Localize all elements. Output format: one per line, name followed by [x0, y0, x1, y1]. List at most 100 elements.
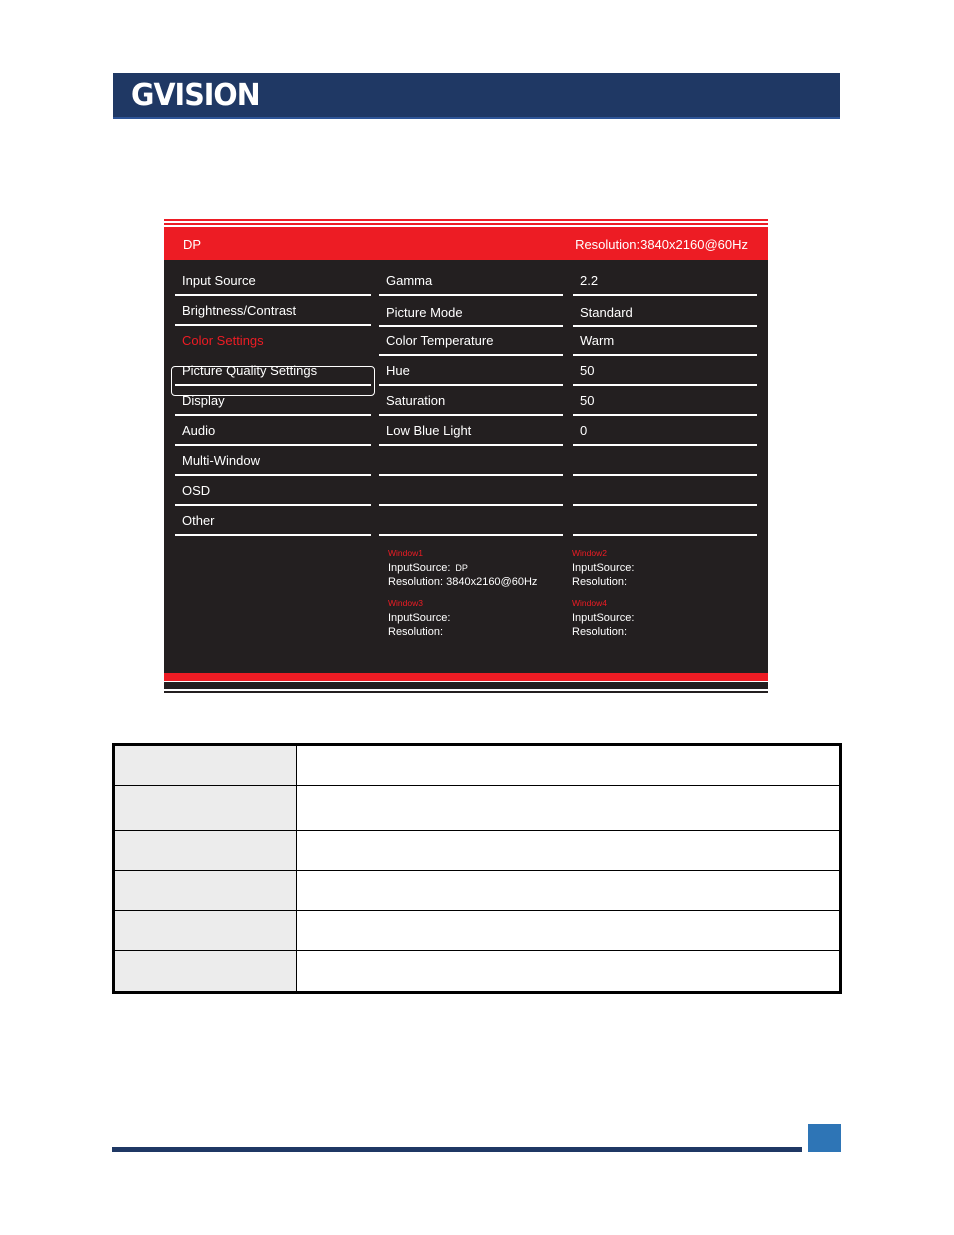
input-source-label: InputSource: [572, 612, 635, 624]
header-banner: GVISION [113, 73, 840, 119]
window-title: Window2 [572, 548, 607, 558]
setting-value[interactable] [573, 506, 757, 536]
table-row [115, 831, 839, 871]
footer-rule [112, 1147, 802, 1152]
menu-item-label: Multi-Window [182, 453, 261, 468]
menu-item[interactable]: Brightness/Contrast [175, 296, 371, 326]
menu-item[interactable]: OSD [175, 476, 371, 506]
setting-item-label: Hue [386, 363, 410, 378]
table-row [115, 746, 839, 786]
setting-item-label: Low Blue Light [386, 423, 472, 438]
menu-item-label: Other [182, 513, 215, 528]
osd-top-stripe [164, 219, 768, 221]
osd-bottom-dark-bar [164, 681, 768, 689]
setting-value[interactable]: Standard [573, 298, 757, 327]
table-cell-label [115, 871, 297, 911]
menu-item[interactable]: Display [175, 386, 371, 416]
setting-value[interactable] [573, 476, 757, 506]
setting-item[interactable] [379, 476, 563, 506]
menu-item[interactable]: Multi-Window [175, 446, 371, 476]
window3-info: Window3 InputSource: Resolution: [388, 597, 450, 639]
row-divider [379, 294, 563, 296]
setting-value-label: Warm [580, 333, 615, 348]
input-source-label: InputSource: [572, 562, 635, 574]
row-divider [175, 534, 371, 536]
resolution-value: 3840x2160@60Hz [446, 576, 538, 588]
table-cell-description [297, 951, 839, 991]
setting-item[interactable]: Low Blue Light [379, 416, 563, 446]
osd-bottom-red-bar [164, 673, 768, 681]
menu-item[interactable]: Other [175, 506, 371, 536]
menu-item-label: Display [182, 393, 225, 408]
window-title: Window1 [388, 548, 423, 558]
setting-item[interactable]: Color Temperature [379, 326, 563, 356]
setting-item[interactable]: Saturation [379, 386, 563, 416]
table-row [115, 951, 839, 991]
menu-item-label: Picture Quality Settings [182, 363, 318, 378]
osd-top-stripe [164, 223, 768, 225]
page-number-box [808, 1124, 841, 1152]
row-divider [379, 534, 563, 536]
resolution-label: Resolution: [388, 576, 444, 588]
setting-item[interactable] [379, 506, 563, 536]
setting-value[interactable]: 0 [573, 416, 757, 446]
table-row [115, 786, 839, 831]
table-cell-label [115, 746, 297, 786]
window1-info: Window1 InputSource: DP Resolution: 3840x… [388, 547, 537, 589]
setting-value[interactable]: Warm [573, 326, 757, 356]
setting-value-label: 50 [580, 363, 595, 378]
table-cell-description [297, 911, 839, 951]
setting-item[interactable] [379, 446, 563, 476]
table-row [115, 911, 839, 951]
row-divider [573, 534, 757, 536]
menu-item-label: Audio [182, 423, 216, 438]
table-cell-description [297, 786, 839, 831]
table-cell-label [115, 831, 297, 871]
resolution-label: Resolution: [572, 626, 628, 638]
input-source-value: DP [455, 563, 468, 573]
menu-item[interactable]: Color Settings [175, 326, 371, 356]
menu-item-label: Color Settings [182, 333, 264, 348]
setting-value-label: 0 [580, 423, 588, 438]
setting-value-label: 2.2 [580, 273, 599, 288]
setting-value[interactable]: 50 [573, 356, 757, 386]
osd-body: Input Source Brightness/Contrast Color Set… [164, 260, 768, 673]
menu-item[interactable]: Input Source [175, 266, 371, 296]
window4-info: Window4 InputSource: Resolution: [572, 597, 634, 639]
osd-menu-screenshot: DP Resolution:3840x2160@60Hz Input Sourc… [164, 219, 768, 695]
osd-resolution: Resolution:3840x2160@60Hz [575, 237, 748, 252]
menu-item[interactable]: Picture Quality Settings [175, 356, 371, 386]
setting-item[interactable]: Hue [379, 356, 563, 386]
input-source-label: InputSource: [388, 612, 451, 624]
setting-item[interactable]: Picture Mode [379, 298, 563, 327]
brand-logo: GVISION [131, 78, 261, 113]
input-source-label: InputSource: [388, 562, 451, 574]
table-cell-description [297, 746, 839, 786]
osd-title-bar: DP Resolution:3840x2160@60Hz [164, 229, 768, 260]
resolution-label: Resolution: [388, 626, 444, 638]
setting-item-label: Color Temperature [386, 333, 494, 348]
setting-value-label: 50 [580, 393, 595, 408]
setting-value[interactable]: 2.2 [573, 266, 757, 296]
table-cell-label [115, 911, 297, 951]
row-divider [573, 294, 757, 296]
table-row [115, 871, 839, 911]
setting-value-label: Standard [580, 305, 633, 320]
setting-value[interactable]: 50 [573, 386, 757, 416]
osd-input-source: DP [183, 237, 202, 252]
setting-item-label: Saturation [386, 393, 446, 408]
table-cell-description [297, 871, 839, 911]
menu-item-label: Brightness/Contrast [182, 303, 297, 318]
settings-description-table [112, 743, 842, 994]
menu-item-label: OSD [182, 483, 211, 498]
table-cell-label [115, 786, 297, 831]
table-cell-description [297, 831, 839, 871]
window-title: Window3 [388, 598, 423, 608]
menu-item[interactable]: Audio [175, 416, 371, 446]
window-title: Window4 [572, 598, 607, 608]
setting-item[interactable]: Gamma [379, 266, 563, 296]
window2-info: Window2 InputSource: Resolution: [572, 547, 634, 589]
setting-item-label: Picture Mode [386, 305, 463, 320]
setting-value[interactable] [573, 446, 757, 476]
menu-item-label: Input Source [182, 273, 256, 288]
